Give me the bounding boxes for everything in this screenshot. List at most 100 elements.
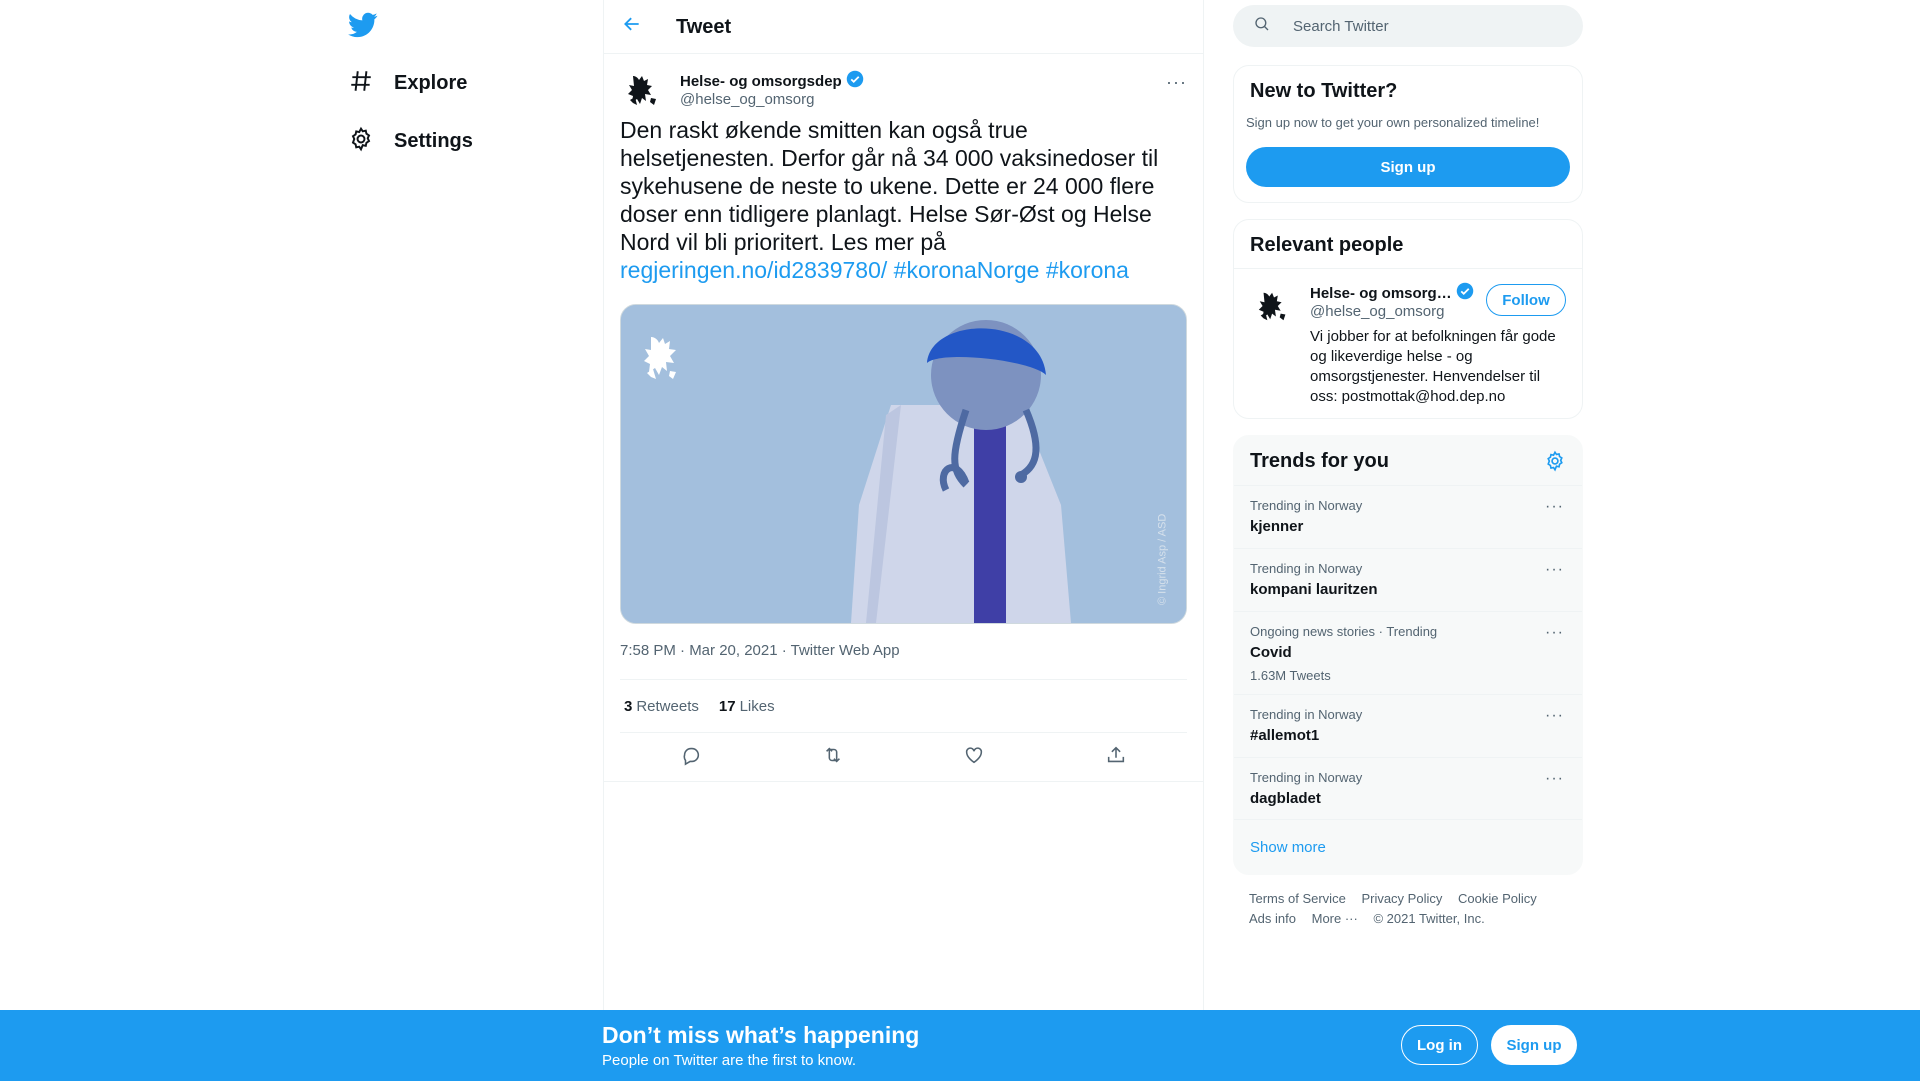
person-bio: Vi jobber for at befolkningen får gode o…	[1310, 328, 1556, 405]
terms-link[interactable]: Terms of Service	[1249, 891, 1346, 906]
gear-icon[interactable]	[1544, 450, 1566, 472]
banner-subtitle: People on Twitter are the first to know.	[602, 1052, 857, 1069]
card-title: Relevant people	[1250, 234, 1404, 256]
tweet-body: Den raskt økende smitten kan også true h…	[620, 117, 1159, 255]
trend-name: Covid	[1250, 644, 1292, 661]
nav-explore-label: Explore	[394, 71, 468, 94]
search-bar[interactable]	[1233, 5, 1583, 47]
tweet-header: Tweet	[604, 0, 1203, 54]
verified-badge-icon	[846, 70, 864, 92]
likes-label: Likes	[739, 697, 775, 715]
arrow-left-icon	[622, 14, 642, 39]
reply-icon	[680, 744, 702, 771]
gear-icon	[348, 126, 374, 157]
page-title: Tweet	[676, 16, 732, 38]
hashtag-icon	[348, 68, 374, 99]
trend-item[interactable]: Trending in Norway dagbladet ···	[1234, 757, 1582, 820]
avatar[interactable]	[1250, 282, 1298, 330]
twitter-bird-icon[interactable]	[348, 10, 378, 40]
more-options-icon[interactable]: ···	[1545, 561, 1564, 579]
author-handle[interactable]: @helse_og_omsorg	[680, 91, 814, 108]
person-handle[interactable]: @helse_og_omsorg	[1310, 303, 1444, 320]
tweet-image[interactable]: © Ingrid Asp / ASD	[620, 304, 1187, 624]
signup-banner: Don’t miss what’s happening People on Tw…	[0, 1010, 1920, 1081]
ads-info-link[interactable]: Ads info	[1249, 911, 1296, 926]
more-options-icon[interactable]: ···	[1545, 770, 1564, 788]
like-button[interactable]	[957, 740, 991, 774]
share-icon	[1105, 744, 1127, 771]
trend-item[interactable]: Trending in Norway #allemot1 ···	[1234, 694, 1582, 757]
show-more-link[interactable]: Show more	[1250, 839, 1326, 856]
more-link[interactable]: More ···	[1312, 911, 1358, 926]
tweet-author: Helse- og omsorgsdep @helse_og_omsorg ··…	[620, 54, 1203, 122]
more-options-icon[interactable]: ···	[1545, 624, 1564, 642]
avatar[interactable]	[620, 66, 668, 114]
hashtag-link[interactable]: #koronaNorge	[894, 257, 1040, 283]
nav-explore[interactable]: Explore	[348, 59, 467, 107]
sign-up-button[interactable]: Sign up	[1491, 1025, 1577, 1065]
retweets-label: Retweets	[636, 697, 699, 715]
tweet-stats: 3 Retweets 17 Likes	[620, 680, 1187, 733]
doctor-illustration	[621, 305, 1186, 623]
tweet-actions	[604, 733, 1203, 782]
retweet-button[interactable]	[816, 740, 850, 774]
sign-up-button[interactable]: Sign up	[1246, 147, 1570, 187]
trend-tweet-count: 1.63M Tweets	[1250, 668, 1331, 683]
image-credit: © Ingrid Asp / ASD	[1156, 513, 1168, 605]
card-subtitle: Sign up now to get your own personalized…	[1246, 115, 1540, 130]
banner-title: Don’t miss what’s happening	[602, 1022, 920, 1048]
back-button[interactable]	[618, 12, 646, 40]
trend-context: Ongoing news stories · Trending	[1250, 624, 1438, 639]
verified-badge-icon	[1456, 282, 1474, 304]
copyright: © 2021 Twitter, Inc.	[1373, 911, 1485, 926]
like-icon	[963, 744, 985, 771]
privacy-link[interactable]: Privacy Policy	[1361, 891, 1442, 906]
tweet: Helse- og omsorgsdep @helse_og_omsorg ··…	[604, 54, 1203, 782]
person-name-text: Helse- og omsorg…	[1310, 284, 1452, 302]
likes-count: 17	[718, 697, 736, 715]
hashtag-link[interactable]: #korona	[1046, 257, 1129, 283]
new-to-twitter-card: New to Twitter? Sign up now to get your …	[1233, 65, 1583, 203]
trend-item[interactable]: Trending in Norway kjenner ···	[1234, 485, 1582, 548]
divider	[1234, 268, 1582, 269]
trend-name: kompani lauritzen	[1250, 581, 1378, 598]
author-name[interactable]: Helse- og omsorgsdep	[680, 70, 864, 92]
more-options-icon[interactable]: ···	[1166, 72, 1187, 93]
trends-card: Trends for you Trending in Norway kjenne…	[1233, 435, 1583, 875]
retweet-icon	[822, 744, 844, 771]
search-input[interactable]	[1291, 16, 1555, 36]
trend-context: Trending in Norway	[1250, 707, 1363, 722]
log-in-button[interactable]: Log in	[1401, 1025, 1478, 1065]
lion-emblem-icon	[628, 76, 656, 105]
nav-settings-label: Settings	[394, 129, 473, 152]
retweets-count: 3	[624, 697, 633, 715]
lion-emblem-icon	[1258, 292, 1286, 321]
search-icon	[1233, 15, 1271, 38]
footer-links: Terms of Service Privacy Policy Cookie P…	[1249, 889, 1569, 929]
tweet-link[interactable]: regjeringen.no/id2839780/	[620, 257, 887, 283]
tweet-detail-column: Tweet Helse- og omsorgsdep @helse_og_oms…	[603, 0, 1204, 1010]
more-options-icon[interactable]: ···	[1545, 498, 1564, 516]
cookie-link[interactable]: Cookie Policy	[1458, 891, 1537, 906]
trend-item[interactable]: Trending in Norway kompani lauritzen ···	[1234, 548, 1582, 611]
trend-name: dagbladet	[1250, 790, 1321, 807]
nav-settings[interactable]: Settings	[348, 117, 473, 165]
divider	[1234, 819, 1582, 820]
more-options-icon[interactable]: ···	[1545, 707, 1564, 725]
person-name[interactable]: Helse- og omsorg…	[1310, 282, 1474, 304]
trend-name: #allemot1	[1250, 727, 1320, 744]
tweet-timestamp[interactable]: 7:58 PM · Mar 20, 2021 · Twitter Web App	[620, 642, 1187, 680]
author-name-text: Helse- og omsorgsdep	[680, 72, 842, 90]
retweets-stat[interactable]: 3 Retweets	[624, 698, 699, 715]
trend-name: kjenner	[1250, 518, 1304, 535]
trend-context: Trending in Norway	[1250, 498, 1363, 513]
trend-context: Trending in Norway	[1250, 561, 1363, 576]
card-title: New to Twitter?	[1250, 80, 1398, 102]
trend-context: Trending in Norway	[1250, 770, 1363, 785]
reply-button[interactable]	[674, 740, 708, 774]
trend-item[interactable]: Ongoing news stories · Trending Covid 1.…	[1234, 611, 1582, 694]
relevant-people-card: Relevant people Helse- og omsorg… @helse…	[1233, 219, 1583, 419]
follow-button[interactable]: Follow	[1486, 284, 1566, 316]
likes-stat[interactable]: 17 Likes	[719, 698, 775, 715]
share-button[interactable]	[1099, 740, 1133, 774]
